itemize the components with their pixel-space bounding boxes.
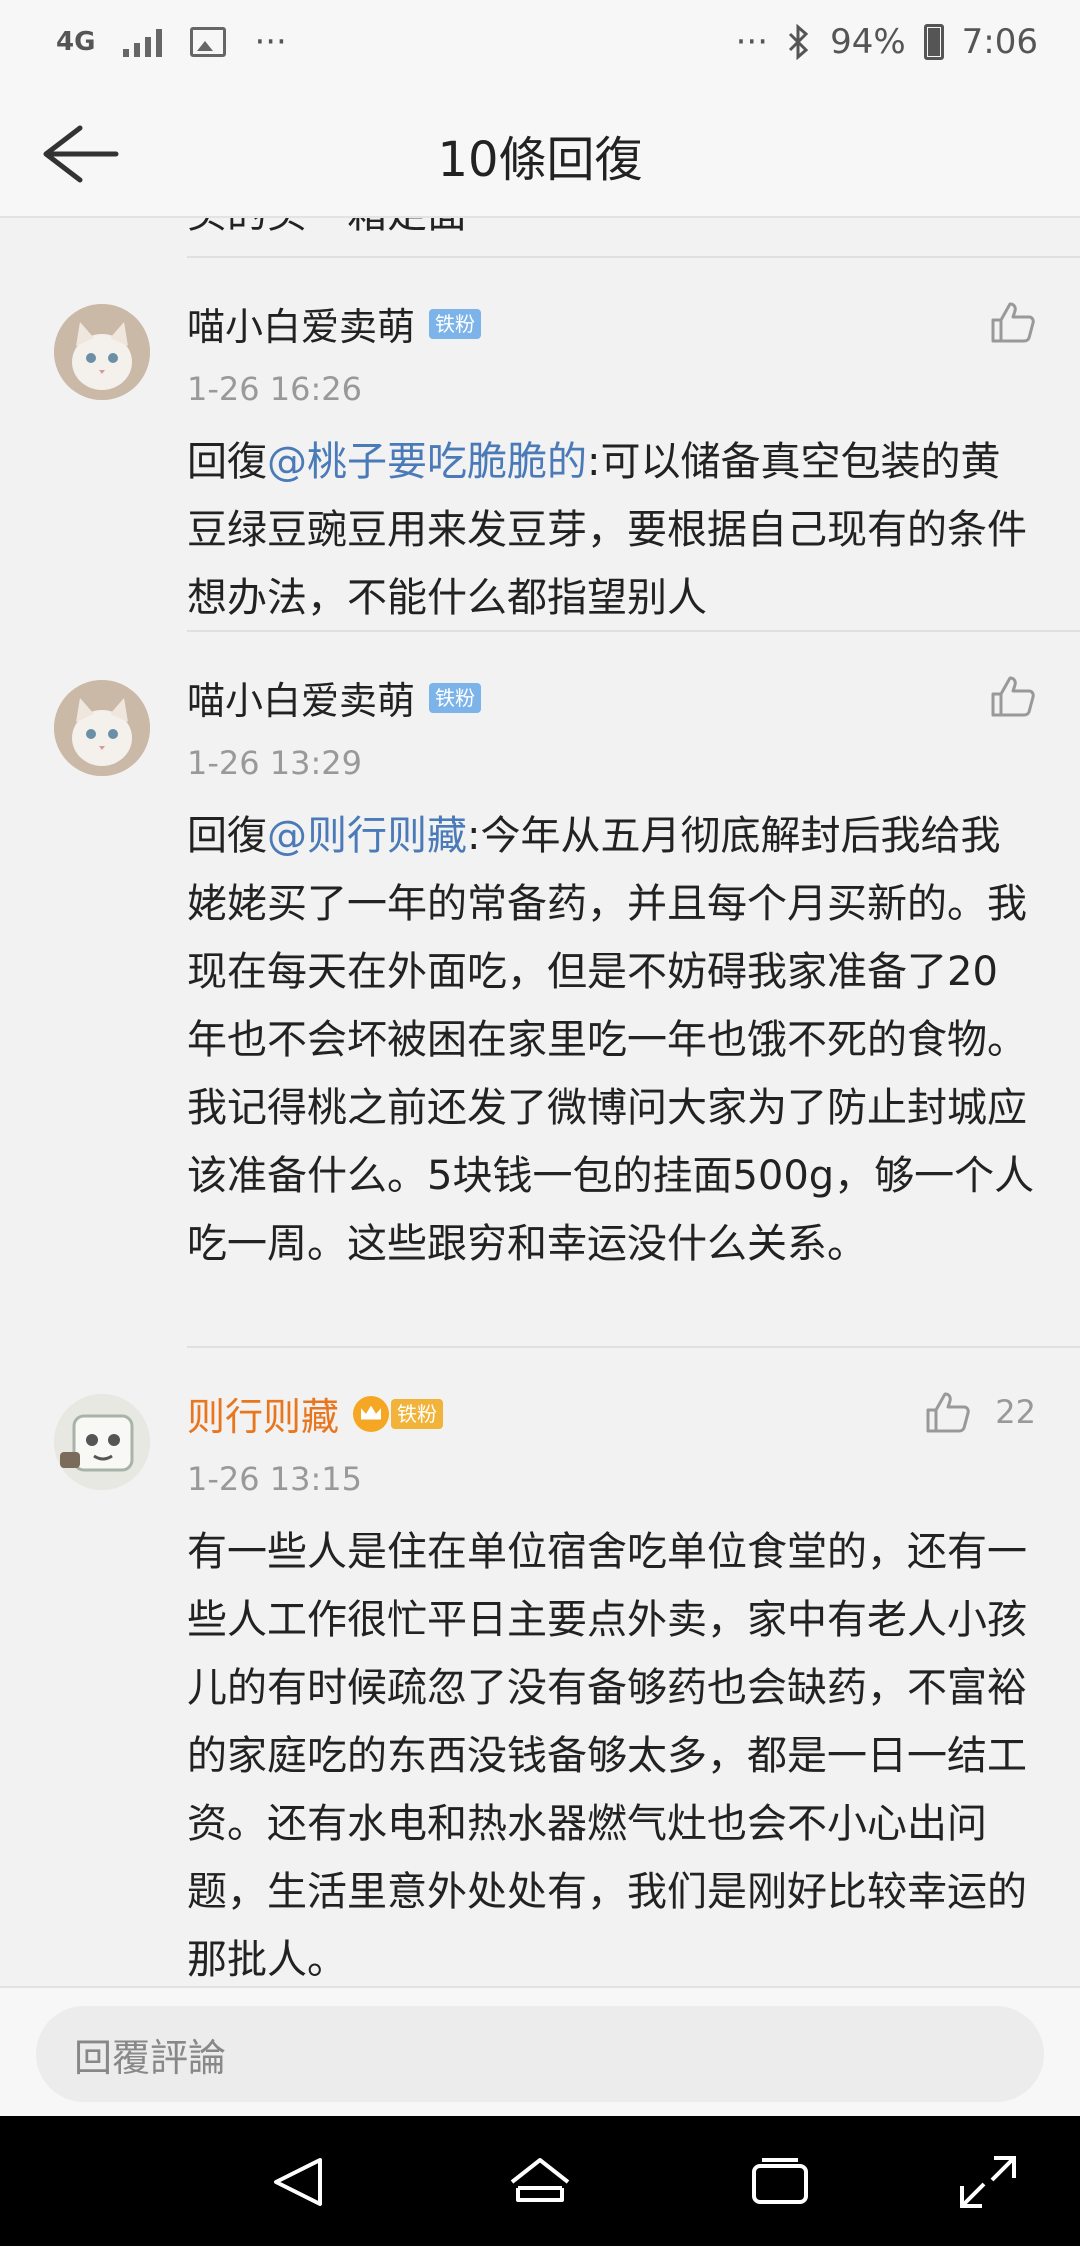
- divider: [187, 1346, 1080, 1348]
- reply-placeholder: 回覆評論: [74, 2035, 227, 2080]
- header: 10條回復: [0, 90, 1080, 218]
- timestamp: 1-26 16:26: [187, 370, 363, 408]
- comment-text: :今年从五月彻底解封后我给我姥姥买了一年的常备药，并且每个月买新的。我现在每天在…: [187, 813, 1035, 1267]
- thumbs-up-icon: [926, 1392, 971, 1433]
- signal-icon: [123, 27, 163, 57]
- back-triangle-icon[interactable]: [268, 2152, 332, 2212]
- like-button[interactable]: [990, 674, 1036, 718]
- thumbs-up-icon: [991, 676, 1035, 717]
- divider: [187, 256, 1080, 258]
- cat-avatar-icon: [54, 304, 150, 400]
- panda-avatar-icon: [54, 1394, 150, 1490]
- page-title: 10條回復: [437, 132, 643, 188]
- fan-badge: 铁粉: [429, 308, 482, 339]
- network-type: 4G: [56, 27, 96, 57]
- image-icon: [190, 27, 227, 57]
- fan-badge: 铁粉: [391, 1398, 444, 1429]
- status-overflow-icon: ···: [254, 22, 287, 62]
- status-bar-right: ··· 94% 7:06: [736, 22, 1038, 62]
- battery-percent: 94%: [830, 22, 906, 62]
- avatar[interactable]: [54, 304, 150, 400]
- username[interactable]: 则行则藏: [187, 1386, 339, 1441]
- username[interactable]: 喵小白爱卖萌: [187, 670, 415, 725]
- timestamp: 1-26 13:29: [187, 744, 363, 782]
- avatar[interactable]: [54, 1394, 150, 1490]
- nav-bar: [0, 2116, 1080, 2246]
- status-bar-left: 4G ···: [56, 22, 287, 62]
- mention-link[interactable]: @桃子要吃脆脆的: [267, 439, 587, 485]
- clock: 7:06: [961, 22, 1038, 62]
- reply-prefix: 回復: [187, 813, 267, 859]
- like-button[interactable]: [990, 300, 1036, 344]
- fan-badge: 铁粉: [429, 682, 482, 713]
- thumbs-up-icon: [991, 302, 1035, 343]
- like-button[interactable]: 22: [925, 1390, 1036, 1434]
- reply-prefix: 回復: [187, 439, 267, 485]
- cat-avatar-icon: [54, 680, 150, 776]
- username[interactable]: 喵小白爱卖萌: [187, 296, 415, 351]
- home-icon[interactable]: [508, 2152, 572, 2212]
- like-count: 22: [995, 1393, 1036, 1431]
- status-right-overflow-icon: ···: [735, 22, 769, 62]
- status-bar: 4G ··· ··· 94% 7:06: [0, 0, 1080, 90]
- timestamp: 1-26 13:15: [187, 1460, 363, 1498]
- user-line: 则行则藏 铁粉: [187, 1386, 444, 1441]
- user-line: 喵小白爱卖萌 铁粉: [187, 296, 482, 351]
- bluetooth-icon: [789, 24, 809, 60]
- cut-off-text: 买的买一箱足面: [187, 218, 467, 248]
- comment-body: 有一些人是住在单位宿舍吃单位食堂的，还有一些人工作很忙平日主要点外卖，家中有老人…: [187, 1518, 1037, 1986]
- comment-body: 回復@则行则藏:今年从五月彻底解封后我给我姥姥买了一年的常备药，并且每个月买新的…: [187, 802, 1037, 1278]
- divider: [187, 630, 1080, 632]
- crown-icon: [353, 1395, 390, 1432]
- battery-icon: [923, 24, 944, 60]
- mention-link[interactable]: @则行则藏: [267, 813, 467, 859]
- reply-input[interactable]: 回覆評論: [36, 2006, 1044, 2102]
- comment-feed[interactable]: 买的买一箱足面 喵小白爱卖萌 铁粉 1-26 16:26 回復@桃子要吃脆脆的:…: [0, 218, 1080, 1986]
- expand-icon[interactable]: [956, 2152, 1020, 2212]
- avatar[interactable]: [54, 680, 150, 776]
- comment-text: 有一些人是住在单位宿舍吃单位食堂的，还有一些人工作很忙平日主要点外卖，家中有老人…: [187, 1529, 1027, 1983]
- recents-icon[interactable]: [748, 2152, 812, 2212]
- reply-bar: 回覆評論: [0, 1986, 1080, 2116]
- user-line: 喵小白爱卖萌 铁粉: [187, 670, 482, 725]
- comment-body: 回復@桃子要吃脆脆的:可以储备真空包装的黄豆绿豆豌豆用来发豆芽，要根据自己现有的…: [187, 428, 1037, 632]
